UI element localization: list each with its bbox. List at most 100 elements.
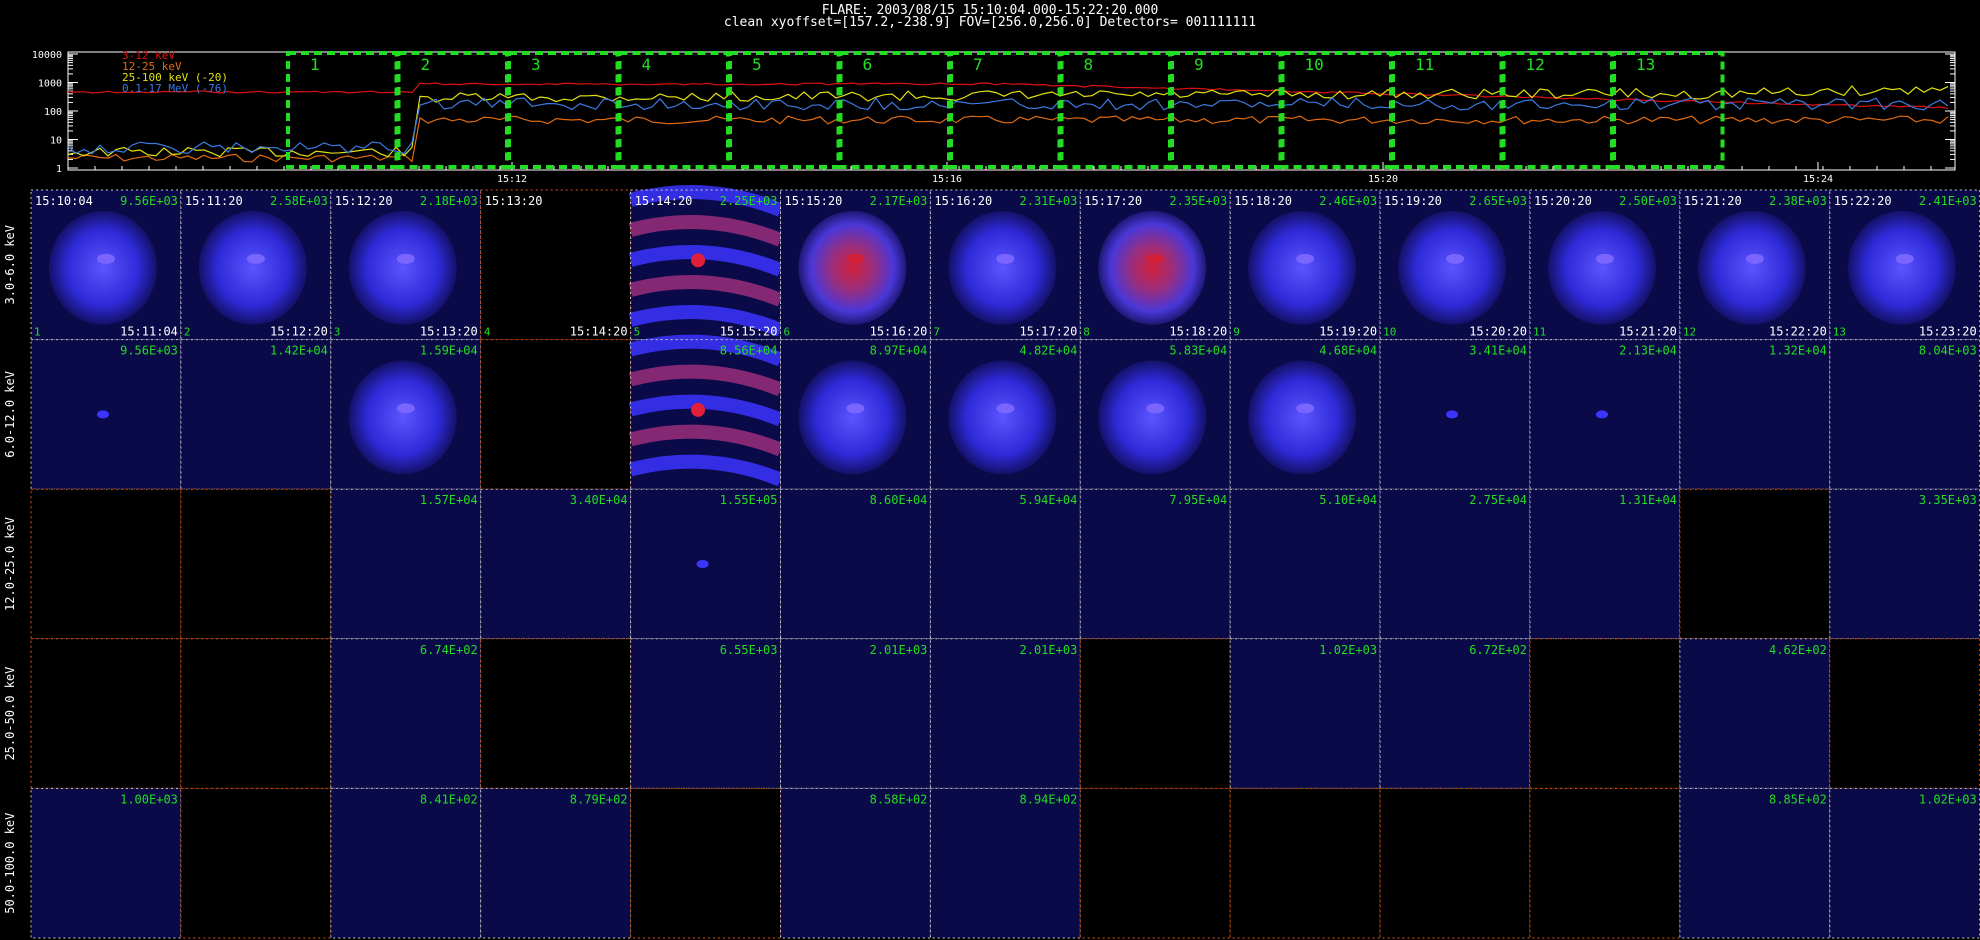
max-value: 2.17E+03 [870,194,928,208]
row-label: 12.0-25.0 keV [3,517,17,611]
image-cell-bg [1679,489,1830,639]
image-cell-bg [1230,489,1381,639]
start-time: 15:22:20 [1834,194,1892,208]
max-value: 2.31E+03 [1020,194,1078,208]
image-cell-bg [480,489,631,639]
source-core [691,253,706,268]
interval-index: 2 [184,326,191,339]
start-time: 15:14:20 [635,194,693,208]
max-value: 5.94E+04 [1020,493,1078,507]
max-value: 8.60E+04 [870,493,928,507]
max-value: 6.72E+02 [1469,643,1527,657]
interval-index: 12 [1683,326,1696,339]
max-value: 5.10E+04 [1319,493,1377,507]
source-core [1595,253,1614,264]
max-value: 2.13E+04 [1619,344,1677,358]
interval-index: 3 [334,326,341,339]
max-value: 9.56E+03 [120,194,178,208]
source-core [996,403,1015,414]
source-core [996,253,1015,264]
max-value: 8.56E+04 [720,344,778,358]
max-value: 7.95E+04 [1169,493,1227,507]
interval-index: 10 [1383,326,1396,339]
image-cell-bg [180,489,331,639]
source-core [396,253,415,264]
end-time: 15:23:20 [1919,325,1977,339]
source-emission [1398,210,1507,325]
max-value: 1.42E+04 [270,344,328,358]
max-value: 2.01E+03 [870,643,928,657]
image-cell-bg [1829,638,1980,789]
interval-index: 1 [34,326,41,339]
max-value: 2.41E+03 [1919,194,1977,208]
image-cell-bg [930,638,1081,789]
interval-index: 9 [1233,326,1240,339]
max-value: 2.75E+04 [1469,493,1527,507]
image-cell-bg [780,788,931,938]
source-core [696,560,709,568]
image-cell-bg [1829,788,1980,938]
source-emission [1098,360,1207,475]
end-time: 15:12:20 [270,325,328,339]
max-value: 2.58E+03 [270,194,328,208]
image-cell-bg [1080,788,1231,938]
image-grid: 3.0-6.0 keV 6.0-12.0 keV 12.0-25.0 keV 25.0… [3,185,1980,939]
max-value: 2.25E+03 [720,194,778,208]
interval-index: 7 [933,326,940,339]
max-value: 6.74E+02 [420,643,478,657]
max-value: 8.04E+03 [1919,344,1977,358]
max-value: 2.38E+03 [1769,194,1827,208]
image-cell-bg [1080,489,1231,639]
max-value: 6.55E+03 [720,643,778,657]
source-core [846,253,865,264]
source-core [246,253,265,264]
max-value: 8.94E+02 [1020,792,1078,806]
image-cell-bg [780,638,931,789]
source-emission [798,210,907,325]
end-time: 15:21:20 [1619,325,1677,339]
end-time: 15:19:20 [1319,325,1377,339]
start-time: 15:21:20 [1684,194,1742,208]
end-time: 15:20:20 [1469,325,1527,339]
max-value: 1.59E+04 [420,344,478,358]
source-emission [1098,210,1207,325]
image-cell-bg [1829,339,1980,490]
source-core [1146,403,1165,414]
image-cell-bg [630,638,781,789]
max-value: 4.82E+04 [1020,344,1078,358]
image-cell-bg [1530,638,1680,789]
image-cell-bg [1530,788,1680,938]
start-time: 15:15:20 [785,194,843,208]
interval-index: 5 [634,326,641,339]
source-emission [48,210,157,325]
image-cell-bg [1530,489,1680,639]
max-value: 5.83E+04 [1169,344,1227,358]
start-time: 15:19:20 [1384,194,1442,208]
max-value: 1.02E+03 [1319,643,1377,657]
source-emission [1547,210,1656,325]
image-cell-bg [630,788,781,938]
image-cell-bg [31,489,181,639]
interval-index: 13 [1833,326,1846,339]
source-emission [948,360,1057,475]
end-time: 15:16:20 [870,325,928,339]
max-value: 9.56E+03 [120,344,178,358]
source-core [1146,253,1165,264]
end-time: 15:18:20 [1169,325,1227,339]
start-time: 15:17:20 [1084,194,1142,208]
end-time: 15:22:20 [1769,325,1827,339]
image-cell-bg [1679,339,1830,490]
source-core [396,403,415,414]
max-value: 1.55E+05 [720,493,778,507]
source-core [1446,410,1459,419]
max-value: 1.00E+03 [120,792,178,806]
source-emission [798,360,907,475]
max-value: 1.57E+04 [420,493,478,507]
max-value: 4.62E+02 [1769,643,1827,657]
image-cell-bg [1380,638,1530,789]
start-time: 15:20:20 [1534,194,1592,208]
source-core [96,410,109,419]
image-cell-bg [180,788,331,938]
source-core [1296,253,1315,264]
end-time: 15:13:20 [420,325,478,339]
